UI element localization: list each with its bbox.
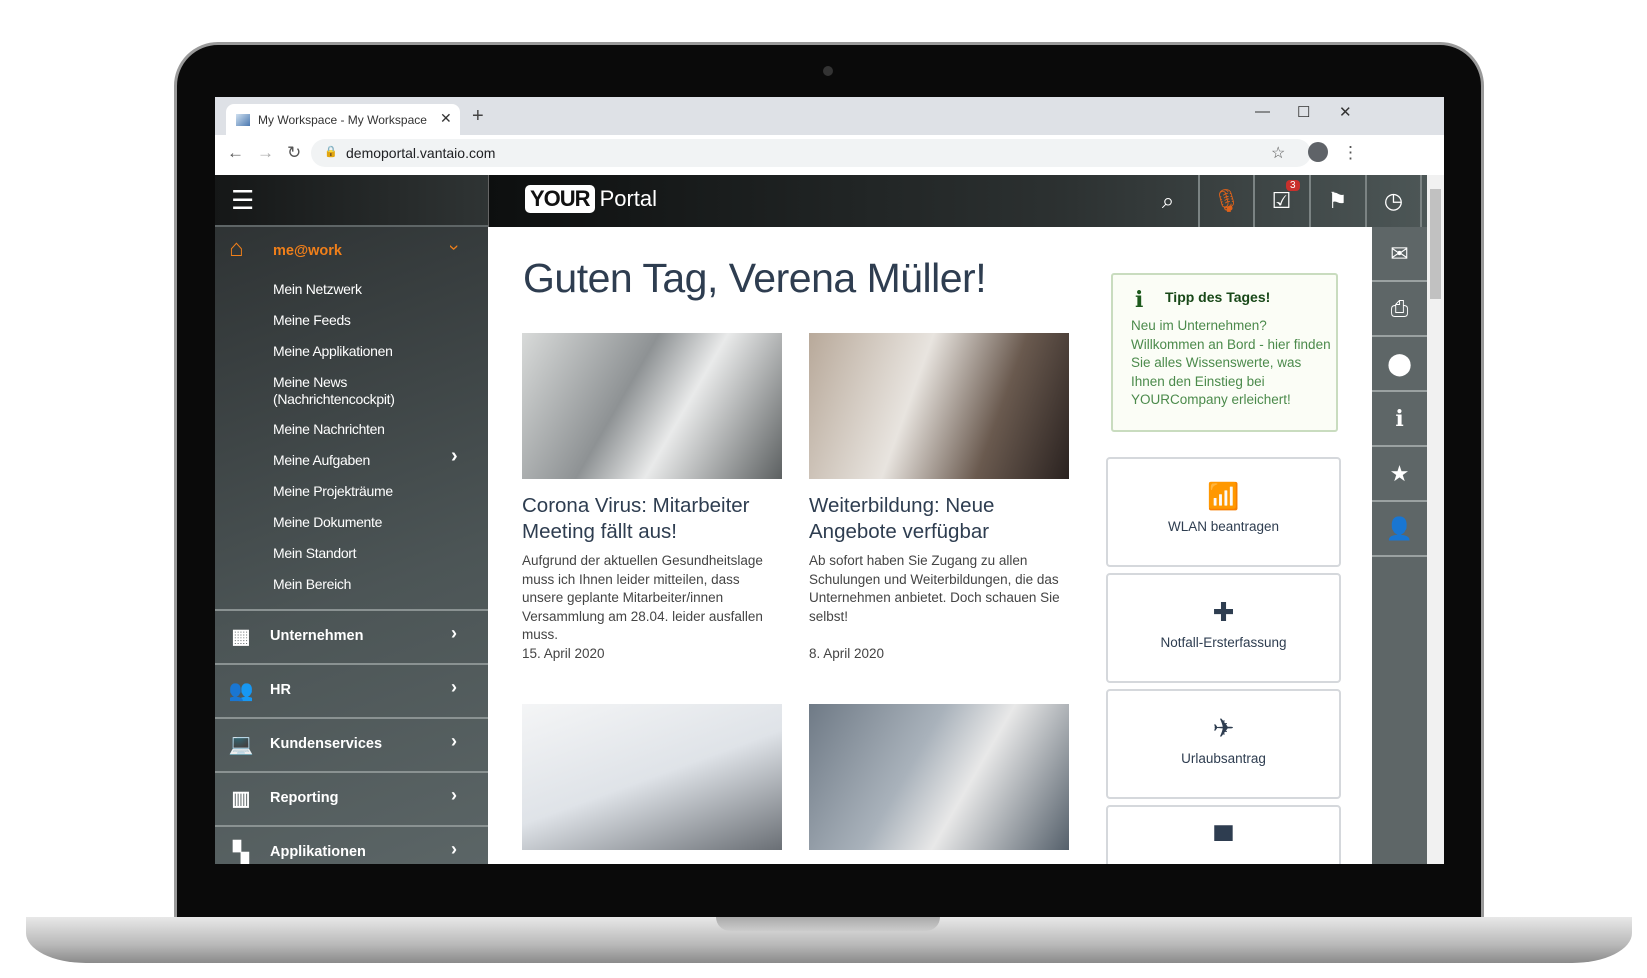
sidebar-section-reporting[interactable]: ▥ Reporting › [215, 771, 488, 825]
info-icon[interactable]: i [1372, 392, 1427, 447]
wifi-icon: 📶 [1207, 481, 1240, 511]
sidebar: ☰ ⌂ me@work › Mein Netzwerk Meine Feeds … [215, 175, 488, 864]
sidebar-section-hr[interactable]: 👥 HR › [215, 663, 488, 717]
star-icon[interactable]: ★ [1372, 447, 1427, 502]
maximize-button[interactable]: ☐ [1297, 103, 1310, 121]
news-body: Ab sofort haben Sie Zugang zu allen Schu… [809, 553, 1060, 624]
close-window-button[interactable]: ✕ [1339, 103, 1352, 121]
group-label: me@work [273, 243, 342, 259]
info-icon: i [1135, 287, 1144, 313]
favicon-icon [236, 114, 250, 126]
sidebar-section-applikationen[interactable]: ▚ Applikationen › [215, 825, 488, 864]
chevron-right-icon: › [451, 785, 457, 805]
news-date: 8. April 2020 [809, 646, 885, 661]
url-bar[interactable]: 🔒 demoportal.vantaio.com [311, 139, 1311, 167]
tasks-button[interactable]: ☑ 3 [1253, 175, 1308, 227]
sidebar-section-unternehmen[interactable]: ▦ Unternehmen › [215, 609, 488, 663]
news-image-couple[interactable] [809, 704, 1069, 850]
plane-icon: ✈ [1212, 713, 1235, 743]
sidebar-item-meine-news[interactable]: Meine News (Nachrichtencockpit) [273, 374, 423, 408]
user-icon[interactable]: 👤 [1372, 502, 1427, 557]
sidebar-item-meine-nachrichten[interactable]: Meine Nachrichten [273, 421, 385, 437]
news-image-laboratory[interactable] [522, 333, 782, 479]
laptop-icon: 💻 [228, 734, 254, 756]
tile-calendar[interactable]: ▀ [1106, 805, 1341, 864]
news-image-reading[interactable] [809, 333, 1069, 479]
tile-urlaubsantrag[interactable]: ✈ Urlaubsantrag [1106, 689, 1341, 799]
bookmark-star-icon[interactable]: ☆ [1271, 143, 1285, 163]
clock-icon[interactable]: ◷ [1365, 175, 1420, 227]
tile-notfall-ersterfassung[interactable]: ✚ Notfall-Ersterfassung [1106, 573, 1341, 683]
sidebar-item-meine-applikationen[interactable]: Meine Applikationen [273, 343, 393, 359]
app-header: YOUR Portal ⌕ 🎙 ☑3 ⚑ ◷ ✎ ▦ ⛶ [488, 175, 1444, 227]
tip-body: Neu im Unternehmen? Willkommen an Bord -… [1131, 318, 1331, 407]
chevron-right-icon: › [451, 731, 457, 751]
main-content: Guten Tag, Verena Müller! Corona Virus: … [488, 227, 1372, 864]
minimize-button[interactable]: — [1255, 103, 1270, 120]
address-row: ← → ↻ 🔒 demoportal.vantaio.com ☆ ⋮ [215, 135, 1444, 173]
mail-icon[interactable]: ✉ [1372, 227, 1427, 282]
hamburger-menu-icon[interactable]: ☰ [231, 185, 254, 216]
scrollbar[interactable] [1427, 175, 1444, 864]
reload-icon[interactable]: ↻ [287, 143, 301, 163]
camera [823, 66, 833, 76]
portal-app: ☰ ⌂ me@work › Mein Netzwerk Meine Feeds … [215, 175, 1444, 864]
news-title[interactable]: Weiterbildung: Neue Angebote verfügbar [809, 493, 1069, 545]
sidebar-item-meine-projektraeume[interactable]: Meine Projekträume [273, 483, 393, 499]
chevron-right-icon[interactable]: › [451, 445, 458, 468]
tab-title: My Workspace - My Workspace [258, 113, 427, 127]
url-text: demoportal.vantaio.com [346, 145, 496, 161]
grid-icon: ▚ [233, 842, 249, 864]
new-tab-button[interactable]: + [472, 105, 484, 128]
task-count-badge: 3 [1286, 180, 1300, 191]
chevron-right-icon: › [451, 623, 457, 643]
scrollbar-thumb[interactable] [1430, 189, 1441, 299]
chevron-right-icon: › [451, 677, 457, 697]
checkbox-icon: ☑ [1271, 188, 1292, 213]
lock-icon: 🔒 [324, 146, 338, 158]
browser-tab[interactable]: My Workspace - My Workspace ✕ [226, 104, 460, 135]
tab-bar: My Workspace - My Workspace ✕ + — ☐ ✕ [215, 97, 1444, 135]
calendar-icon: ▀ [1214, 825, 1233, 855]
browser-window: My Workspace - My Workspace ✕ + — ☐ ✕ ← … [215, 97, 1444, 864]
news-title[interactable]: Corona Virus: Mitarbeiter Meeting fällt … [522, 493, 782, 545]
right-rail: ✉ ⎙ ⬤ i ★ 👤 [1372, 227, 1427, 864]
profile-icon[interactable] [1308, 142, 1328, 162]
sidebar-header: ☰ [215, 175, 488, 227]
close-tab-icon[interactable]: ✕ [440, 110, 452, 127]
print-icon[interactable]: ⎙ [1372, 282, 1427, 337]
sidebar-group-me-at-work[interactable]: ⌂ me@work › [215, 235, 488, 267]
bar-chart-icon: ▥ [231, 788, 251, 810]
greeting-heading: Guten Tag, Verena Müller! [523, 255, 987, 301]
tip-title: Tipp des Tages! [1165, 289, 1271, 305]
news-date: 15. April 2020 [522, 646, 605, 661]
sidebar-item-mein-bereich[interactable]: Mein Bereich [273, 576, 351, 592]
chevron-down-icon[interactable]: › [444, 245, 465, 251]
building-icon: ▦ [231, 626, 251, 648]
home-icon: ⌂ [229, 235, 244, 262]
tip-of-the-day: i Tipp des Tages! Neu im Unternehmen? Wi… [1111, 273, 1338, 432]
first-aid-icon: ✚ [1212, 597, 1235, 627]
search-icon[interactable]: ⌕ [1143, 175, 1193, 227]
users-icon: 👥 [228, 680, 254, 702]
news-body: Aufgrund der aktuellen Gesundheitslage m… [522, 553, 763, 642]
forward-icon[interactable]: → [257, 143, 274, 163]
sidebar-item-meine-aufgaben[interactable]: Meine Aufgaben [273, 452, 370, 468]
chevron-right-icon: › [451, 839, 457, 859]
portal-logo[interactable]: YOUR Portal [525, 185, 657, 213]
sidebar-section-kundenservices[interactable]: 💻 Kundenservices › [215, 717, 488, 771]
laptop-notch [716, 917, 940, 931]
microphone-icon[interactable]: 🎙 [1198, 175, 1253, 227]
sidebar-item-mein-standort[interactable]: Mein Standort [273, 545, 357, 561]
news-image-analytics[interactable] [522, 704, 782, 850]
browser-menu-icon[interactable]: ⋮ [1342, 143, 1359, 163]
sidebar-item-meine-feeds[interactable]: Meine Feeds [273, 312, 351, 328]
sidebar-item-meine-dokumente[interactable]: Meine Dokumente [273, 514, 382, 530]
tile-wlan-beantragen[interactable]: 📶 WLAN beantragen [1106, 457, 1341, 567]
flag-icon[interactable]: ⚑ [1309, 175, 1364, 227]
location-pin-icon[interactable]: ⬤ [1372, 337, 1427, 392]
sidebar-item-mein-netzwerk[interactable]: Mein Netzwerk [273, 281, 362, 297]
back-icon[interactable]: ← [227, 143, 244, 163]
